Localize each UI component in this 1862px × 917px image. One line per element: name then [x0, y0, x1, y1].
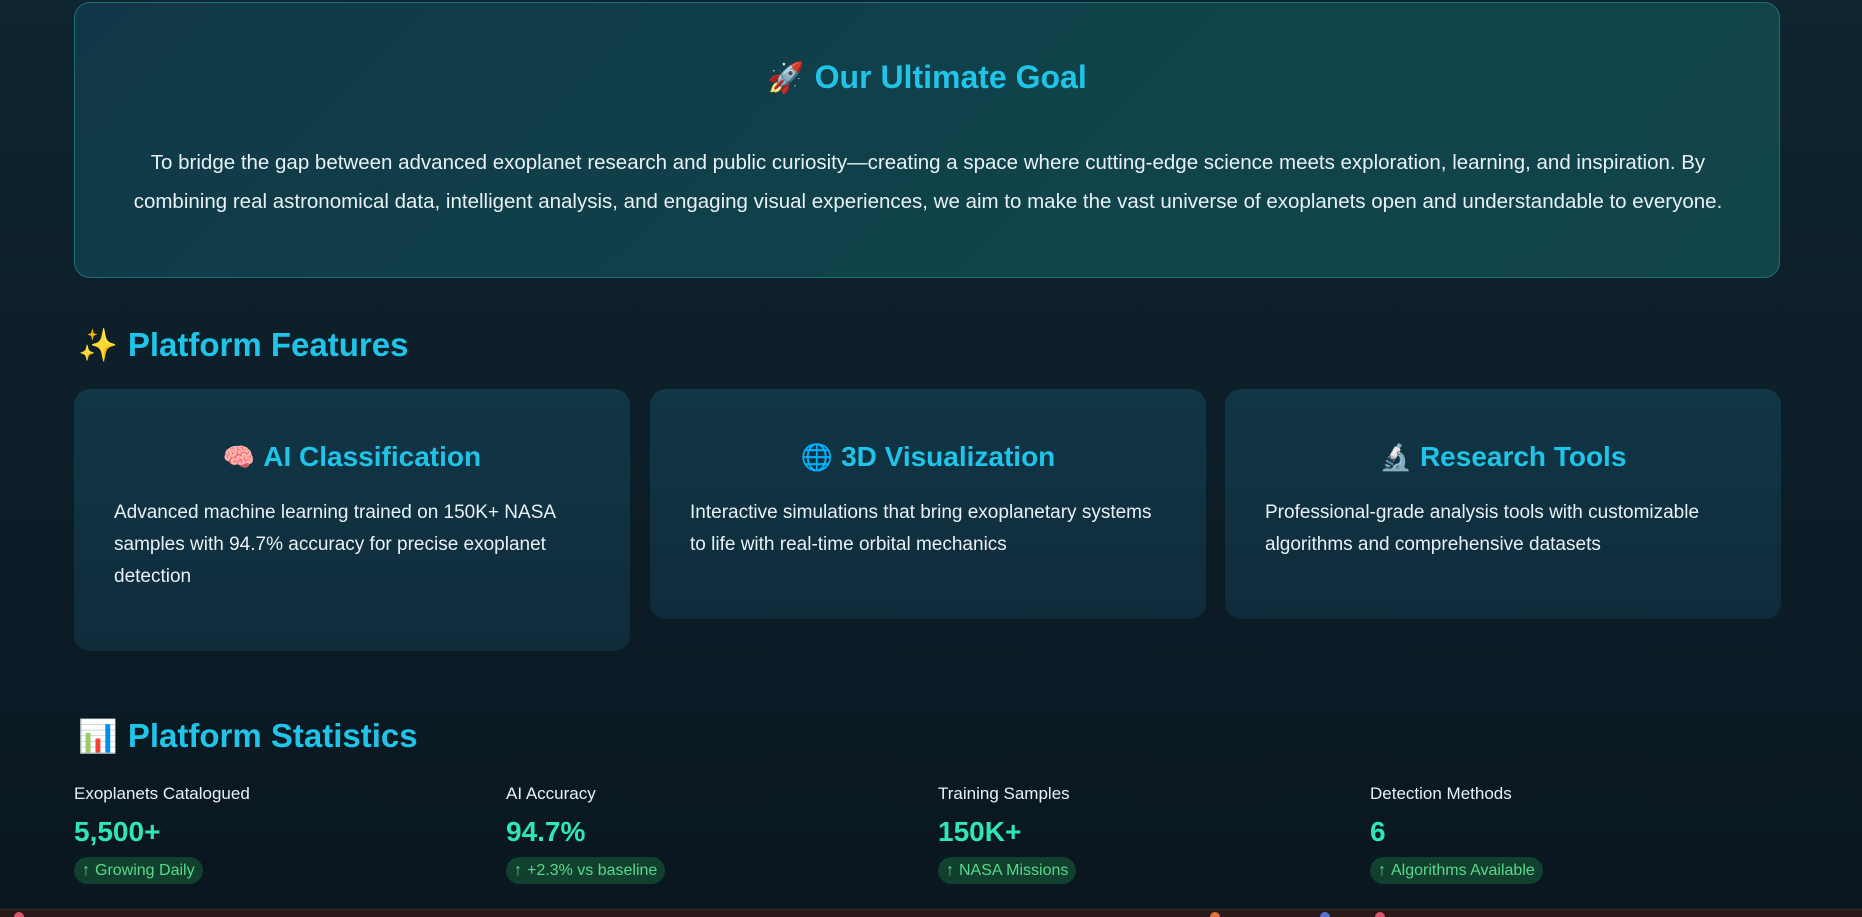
microscope-icon: 🔬 [1379, 442, 1412, 472]
taskbar-strip [0, 909, 1862, 917]
feature-card-ai-classification: 🧠 AI Classification Advanced machine lear… [74, 389, 630, 651]
stat-exoplanets-catalogued: Exoplanets Catalogued 5,500+ ↑ Growing Da… [74, 783, 474, 884]
stat-value: 6 [1370, 816, 1386, 847]
stat-label: Detection Methods [1370, 784, 1512, 803]
app-icon[interactable] [1375, 912, 1385, 917]
app-icon[interactable] [1320, 912, 1330, 917]
feature-title: 🌐 3D Visualization [690, 439, 1166, 475]
rocket-icon: 🚀 [767, 62, 805, 95]
stat-ai-accuracy: AI Accuracy 94.7% ↑ +2.3% vs baseline [506, 783, 906, 884]
page: 🚀 Our Ultimate Goal To bridge the gap bet… [0, 0, 1862, 917]
feature-title-text: Research Tools [1419, 441, 1627, 472]
stat-label: AI Accuracy [506, 784, 596, 803]
arrow-up-icon: ↑ [514, 862, 522, 879]
stat-value: 5,500+ [74, 816, 161, 847]
goal-card: 🚀 Our Ultimate Goal To bridge the gap bet… [74, 2, 1780, 278]
feature-title-text: AI Classification [263, 441, 482, 472]
stat-delta-text: Growing Daily [95, 862, 195, 879]
stat-value: 150K+ [938, 816, 1022, 847]
feature-card-research-tools: 🔬 Research Tools Professional-grade analy… [1225, 389, 1781, 619]
feature-card-3d-visualization: 🌐 3D Visualization Interactive simulation… [650, 389, 1206, 619]
app-icon[interactable] [1210, 912, 1220, 917]
stat-delta-badge: ↑ Algorithms Available [1370, 857, 1543, 884]
feature-description: Advanced machine learning trained on 150… [114, 502, 555, 587]
bar-chart-icon: 📊 [78, 718, 118, 754]
stat-value: 94.7% [506, 816, 586, 847]
stat-delta-badge: ↑ Growing Daily [74, 857, 203, 884]
app-icon[interactable] [14, 912, 24, 917]
feature-title: 🧠 AI Classification [114, 439, 590, 475]
feature-title-text: 3D Visualization [841, 441, 1056, 472]
brain-icon: 🧠 [222, 442, 256, 472]
sparkles-icon: ✨ [78, 327, 118, 363]
stat-delta-badge: ↑ NASA Missions [938, 857, 1077, 884]
stat-delta-text: Algorithms Available [1391, 862, 1535, 879]
features-heading: ✨ Platform Features [78, 326, 408, 364]
statistics-heading-text: Platform Statistics [127, 717, 418, 754]
arrow-up-icon: ↑ [1378, 862, 1386, 879]
goal-title: 🚀 Our Ultimate Goal [75, 59, 1779, 96]
goal-title-text: Our Ultimate Goal [814, 59, 1087, 95]
stat-detection-methods: Detection Methods 6 ↑ Algorithms Availabl… [1370, 783, 1770, 884]
feature-title: 🔬 Research Tools [1265, 439, 1741, 475]
globe-icon: 🌐 [800, 442, 834, 472]
stat-delta-text: +2.3% vs baseline [527, 862, 658, 879]
feature-description: Professional-grade analysis tools with c… [1265, 502, 1700, 555]
features-heading-text: Platform Features [127, 326, 409, 363]
arrow-up-icon: ↑ [946, 862, 954, 879]
stat-delta-badge: ↑ +2.3% vs baseline [506, 857, 666, 884]
goal-description: To bridge the gap between advanced exopl… [133, 151, 1723, 213]
stat-label: Exoplanets Catalogued [74, 784, 250, 803]
stat-delta-text: NASA Missions [959, 862, 1069, 879]
arrow-up-icon: ↑ [82, 862, 90, 879]
feature-description: Interactive simulations that bring exopl… [690, 502, 1152, 555]
stat-training-samples: Training Samples 150K+ ↑ NASA Missions [938, 783, 1338, 884]
statistics-heading: 📊 Platform Statistics [78, 717, 418, 755]
stat-label: Training Samples [938, 784, 1070, 803]
